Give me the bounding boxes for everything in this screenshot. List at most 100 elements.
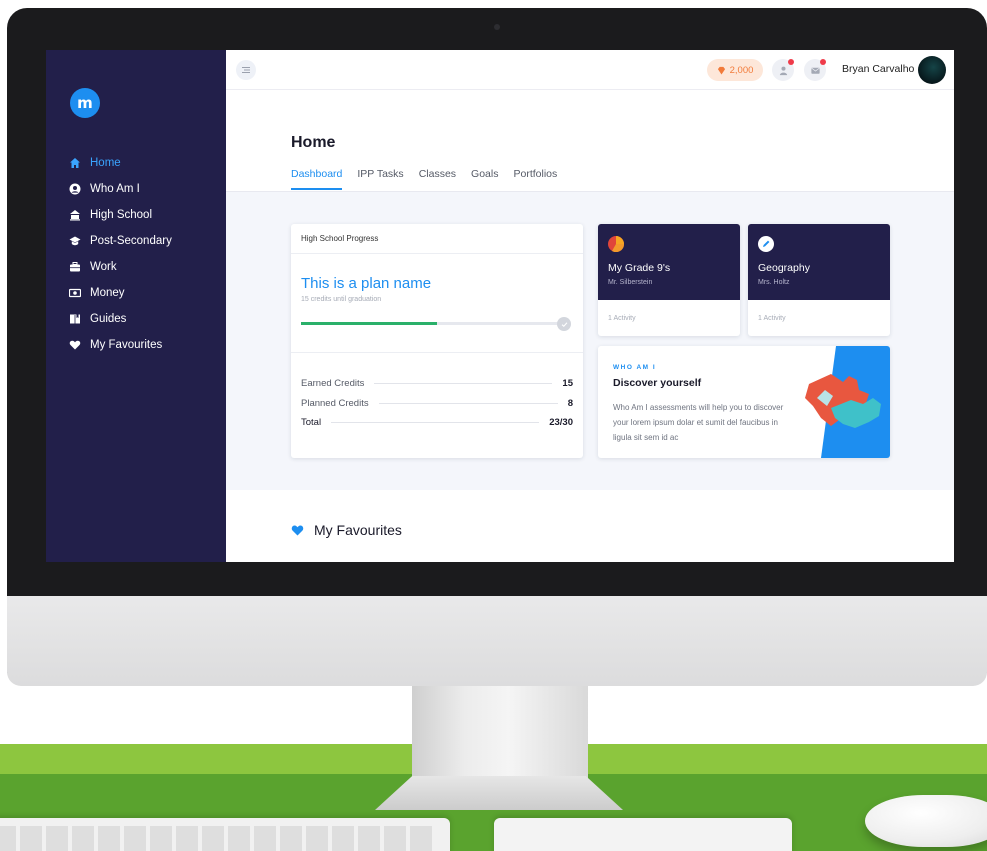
menu-toggle-button[interactable] <box>236 60 256 80</box>
plan-subtitle: 15 credits until graduation <box>301 296 382 303</box>
monitor-stand-foot <box>375 776 623 810</box>
sidebar-item-high-school[interactable]: High School <box>68 202 223 228</box>
user-icon <box>779 66 787 75</box>
dashboard-content: High School Progress This is a plan name… <box>226 192 954 490</box>
sidebar-item-work[interactable]: Work <box>68 254 223 280</box>
earned-credits-row: Earned Credits 15 <box>301 376 573 390</box>
graduation-cap-icon <box>68 234 82 248</box>
class-teacher: Mr. Silberstein <box>608 279 653 286</box>
sidebar-item-label: Guides <box>90 313 127 325</box>
page-title: Home <box>291 134 336 151</box>
sidebar-item-label: Who Am I <box>90 183 140 195</box>
sidebar-item-label: Post-Secondary <box>90 235 172 247</box>
card-header: High School Progress <box>291 224 583 254</box>
sidebar-item-label: Money <box>90 287 125 299</box>
tab-ipp-tasks[interactable]: IPP Tasks <box>357 168 403 190</box>
sidebar-item-home[interactable]: Home <box>68 150 223 176</box>
keyboard <box>0 818 450 851</box>
sidebar: m Home Who Am I High School Post-Seconda… <box>46 50 226 562</box>
sidebar-item-who-am-i[interactable]: Who Am I <box>68 176 223 202</box>
avatar[interactable] <box>918 56 946 84</box>
sidebar-item-my-favourites[interactable]: My Favourites <box>68 332 223 358</box>
total-credits-row: Total 23/30 <box>301 415 573 429</box>
sidebar-item-guides[interactable]: Guides <box>68 306 223 332</box>
page-header: Home Dashboard IPP Tasks Classes Goals P… <box>226 90 954 192</box>
tab-bar: Dashboard IPP Tasks Classes Goals Portfo… <box>291 168 557 190</box>
school-icon <box>68 208 82 222</box>
gem-icon <box>717 66 725 75</box>
sidebar-item-label: Work <box>90 261 117 273</box>
tab-classes[interactable]: Classes <box>419 168 456 190</box>
sidebar-item-label: Home <box>90 157 121 169</box>
leader-line <box>331 421 540 423</box>
check-icon <box>557 317 571 331</box>
row-label: Earned Credits <box>301 377 365 389</box>
trackpad <box>494 818 792 851</box>
sidebar-item-label: High School <box>90 209 153 221</box>
mail-icon <box>810 67 820 74</box>
notification-dot <box>788 59 794 65</box>
row-label: Total <box>301 416 322 428</box>
pencil-icon <box>758 236 774 252</box>
gems-value: 2,000 <box>729 64 754 76</box>
scene: m Home Who Am I High School Post-Seconda… <box>0 0 987 851</box>
menu-icon <box>242 67 250 73</box>
row-value: 23/30 <box>549 416 573 428</box>
gems-counter[interactable]: 2,000 <box>707 59 763 81</box>
money-icon <box>68 286 82 300</box>
divider <box>291 352 583 353</box>
profile-button[interactable] <box>772 59 794 81</box>
tab-dashboard[interactable]: Dashboard <box>291 168 343 190</box>
progress-bar-fill <box>301 322 438 325</box>
pie-chart-icon <box>608 236 625 253</box>
class-title: Geography <box>758 262 810 274</box>
planned-credits-row: Planned Credits 8 <box>301 396 573 410</box>
user-name[interactable]: Bryan Carvalho <box>842 63 914 75</box>
high-school-progress-card[interactable]: High School Progress This is a plan name… <box>291 224 583 458</box>
row-value: 8 <box>567 397 573 409</box>
discover-yourself-card[interactable]: WHO AM I Discover yourself Who Am I asse… <box>598 346 890 458</box>
messages-button[interactable] <box>804 59 826 81</box>
keyboard-keys <box>0 826 434 851</box>
sidebar-item-label: My Favourites <box>90 339 163 351</box>
top-bar: 2,000 Bryan Carvalho <box>226 50 954 90</box>
sidebar-nav: Home Who Am I High School Post-Secondary… <box>68 150 223 358</box>
briefcase-icon <box>68 260 82 274</box>
class-activity: 1 Activity <box>758 315 786 322</box>
progress-bar <box>301 322 563 325</box>
monitor-stand <box>412 684 588 780</box>
card-body: Who Am I assessments will help you to di… <box>613 403 784 442</box>
user-circle-icon <box>68 182 82 196</box>
row-value: 15 <box>562 377 573 389</box>
heart-icon <box>68 338 82 352</box>
leader-line <box>374 382 553 384</box>
tab-portfolios[interactable]: Portfolios <box>513 168 557 190</box>
camera-icon <box>494 24 500 30</box>
mouse <box>865 795 987 847</box>
class-card-header: My Grade 9's Mr. Silberstein <box>598 224 740 300</box>
class-card-grade-9[interactable]: My Grade 9's Mr. Silberstein 1 Activity <box>598 224 740 336</box>
plan-name[interactable]: This is a plan name <box>301 275 431 292</box>
class-card-geography[interactable]: Geography Mrs. Holtz 1 Activity <box>748 224 890 336</box>
class-activity: 1 Activity <box>608 315 636 322</box>
home-icon <box>68 156 82 170</box>
app-screen: m Home Who Am I High School Post-Seconda… <box>46 50 954 562</box>
favourites-label: My Favourites <box>314 522 402 538</box>
card-eyebrow: WHO AM I <box>613 364 657 371</box>
monitor-chin <box>7 596 987 686</box>
favourites-section-title: My Favourites <box>291 522 402 538</box>
class-teacher: Mrs. Holtz <box>758 279 790 286</box>
class-card-header: Geography Mrs. Holtz <box>748 224 890 300</box>
tab-goals[interactable]: Goals <box>471 168 498 190</box>
notification-dot <box>820 59 826 65</box>
row-label: Planned Credits <box>301 397 369 409</box>
sidebar-item-money[interactable]: Money <box>68 280 223 306</box>
puzzle-illustration <box>805 346 890 458</box>
main-area: 2,000 Bryan Carvalho Home Dashboard IPP … <box>226 50 954 562</box>
book-icon <box>68 312 82 326</box>
card-title: Discover yourself <box>613 377 702 389</box>
app-logo[interactable]: m <box>70 88 100 118</box>
sidebar-item-post-secondary[interactable]: Post-Secondary <box>68 228 223 254</box>
heart-icon <box>291 525 304 536</box>
class-title: My Grade 9's <box>608 262 671 274</box>
